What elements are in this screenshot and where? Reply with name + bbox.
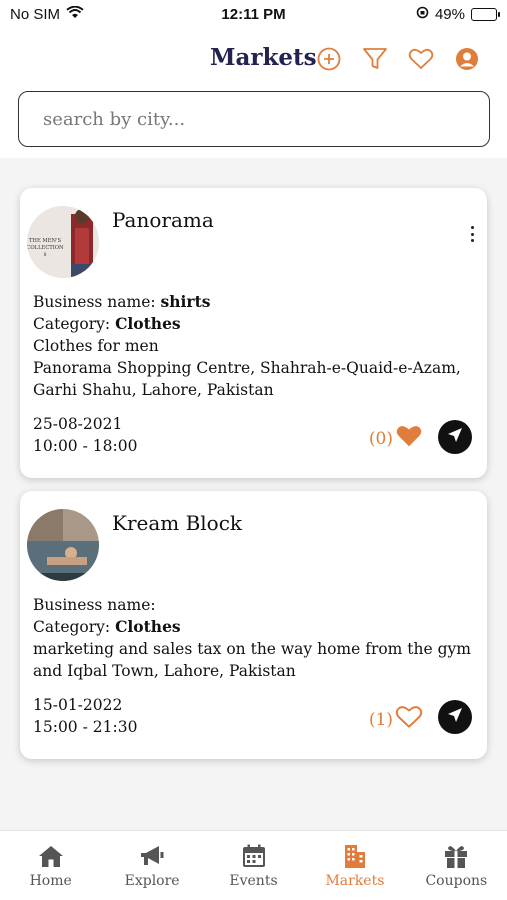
like-control[interactable]: (1) <box>369 704 423 735</box>
app-header: Markets <box>0 30 507 158</box>
business-label: Business name: <box>33 596 156 614</box>
category-value: Clothes <box>115 314 181 333</box>
tab-home[interactable]: Home <box>0 831 101 900</box>
category-label: Category: <box>33 618 116 636</box>
tab-label: Coupons <box>425 873 488 889</box>
tab-label: Home <box>29 873 72 889</box>
battery-icon <box>471 8 500 21</box>
svg-text:8: 8 <box>44 252 47 258</box>
category-row: Category: Clothes <box>33 616 473 638</box>
location-arrow-icon <box>446 706 464 728</box>
navigate-button[interactable] <box>438 420 472 454</box>
svg-text:COLLECTION: COLLECTION <box>27 245 64 251</box>
building-icon <box>341 843 369 869</box>
search-input[interactable] <box>19 92 489 146</box>
business-name-row: Business name: shirts <box>33 291 473 313</box>
tab-label: Explore <box>124 873 180 889</box>
category-label: Category: <box>33 315 116 333</box>
gift-icon <box>442 843 470 869</box>
search-box <box>18 91 490 147</box>
market-description: marketing and sales tax on the way home … <box>33 640 471 680</box>
heart-filled-icon[interactable] <box>395 423 423 454</box>
calendar-icon <box>240 843 268 869</box>
tab-label: Markets <box>325 873 385 889</box>
status-right: 49% <box>416 6 500 23</box>
tab-label: Events <box>229 873 278 889</box>
like-count: (0) <box>368 428 393 449</box>
market-name: Kream Block <box>112 511 243 535</box>
market-avatar: THE MEN'S COLLECTION 8 <box>27 206 99 278</box>
home-icon <box>37 843 65 869</box>
market-list: THE MEN'S COLLECTION 8 Panorama Business… <box>0 158 507 830</box>
add-circle-icon[interactable] <box>316 44 342 74</box>
tab-markets[interactable]: Markets <box>304 831 405 900</box>
filter-icon[interactable] <box>362 44 388 74</box>
tab-events[interactable]: Events <box>203 831 304 900</box>
market-description: Clothes for men <box>33 337 159 355</box>
market-name: Panorama <box>112 208 214 232</box>
market-avatar <box>27 509 99 581</box>
market-details: Business name: Category: Clothes marketi… <box>33 594 473 682</box>
user-circle-icon[interactable] <box>454 44 480 74</box>
market-card[interactable]: Kream Block Business name: Category: Clo… <box>20 491 487 759</box>
like-control[interactable]: (0) <box>369 423 423 454</box>
heart-icon[interactable] <box>408 44 434 74</box>
location-arrow-icon <box>446 426 464 448</box>
more-options-icon[interactable] <box>465 224 479 244</box>
megaphone-icon <box>138 843 166 869</box>
like-count: (1) <box>368 709 393 730</box>
category-row: Category: Clothes <box>33 313 473 335</box>
market-date: 15-01-2022 <box>33 696 123 714</box>
tab-explore[interactable]: Explore <box>101 831 202 900</box>
business-value: shirts <box>160 292 211 311</box>
market-date: 25-08-2021 <box>33 415 123 433</box>
market-details: Business name: shirts Category: Clothes … <box>33 291 473 401</box>
business-label: Business name: <box>33 293 161 311</box>
page-title: Markets <box>210 44 317 71</box>
market-address: Panorama Shopping Centre, Shahrah-e-Quai… <box>33 359 461 399</box>
category-value: Clothes <box>115 617 181 636</box>
market-schedule: 25-08-2021 10:00 - 18:00 <box>33 413 137 457</box>
market-schedule: 15-01-2022 15:00 - 21:30 <box>33 694 137 738</box>
business-name-row: Business name: <box>33 594 473 616</box>
battery-percent: 49% <box>434 6 465 23</box>
status-bar: No SIM 12:11 PM 49% <box>0 0 507 30</box>
market-hours: 10:00 - 18:00 <box>33 437 138 455</box>
svg-text:THE MEN'S: THE MEN'S <box>29 238 61 244</box>
bottom-tab-bar: Home Explore Events Markets Coupons <box>0 830 507 900</box>
heart-outline-icon[interactable] <box>395 704 423 735</box>
tab-coupons[interactable]: Coupons <box>406 831 507 900</box>
header-actions <box>316 44 480 74</box>
market-hours: 15:00 - 21:30 <box>33 718 138 736</box>
market-card[interactable]: THE MEN'S COLLECTION 8 Panorama Business… <box>20 188 487 478</box>
navigate-button[interactable] <box>438 700 472 734</box>
orientation-lock-icon <box>416 6 429 23</box>
